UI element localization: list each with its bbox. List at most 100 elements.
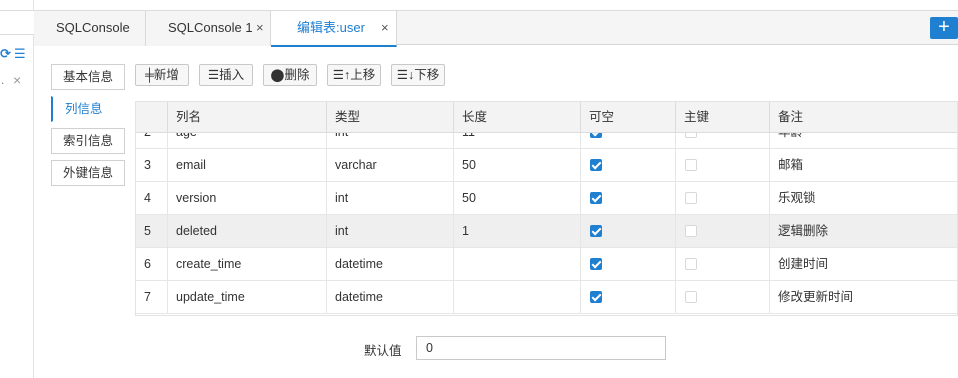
cell-text: 3 [144,158,151,172]
cell-text: 逻辑删除 [778,224,829,238]
cell-nullable[interactable] [581,149,676,182]
cell-name[interactable]: version [168,182,327,215]
nullable-checkbox[interactable] [590,258,602,270]
cell-length[interactable]: 50 [454,149,581,182]
cell-primary[interactable] [676,215,770,248]
cell-text: 5 [144,224,151,238]
default-value-label: 默认值 [364,344,402,358]
cell-nullable[interactable] [581,182,676,215]
cell-index: 4 [136,182,168,215]
table-row[interactable]: 4 version int 50 乐观锁 [136,182,957,215]
table-row[interactable]: 7 update_time datetime 修改更新时间 [136,281,957,314]
table-row[interactable]: 5 deleted int 1 逻辑删除 [136,215,957,248]
refresh-icon[interactable]: ⟳ [0,46,11,62]
table-header: 列名 类型 长度 可空 主键 备注 [136,102,957,133]
cell-primary[interactable] [676,248,770,281]
cell-name[interactable]: update_time [168,281,327,314]
close-icon[interactable]: × [13,72,21,88]
primary-key-checkbox[interactable] [685,192,697,204]
header-nullable[interactable]: 可空 [581,102,676,133]
cell-text: 创建时间 [778,257,829,271]
header-comment[interactable]: 备注 [770,102,957,133]
nullable-checkbox[interactable] [590,159,602,171]
cell-comment[interactable]: 乐观锁 [770,182,957,215]
nullable-checkbox[interactable] [590,291,602,303]
cell-index: 7 [136,281,168,314]
cell-comment[interactable]: 修改更新时间 [770,281,957,314]
nav-basic-info[interactable]: 基本信息 [51,64,125,90]
cell-text: update_time [176,290,245,304]
default-value-input[interactable] [416,336,666,360]
list-icon[interactable]: ☰ [14,46,26,62]
cell-text: 4 [144,191,151,205]
cell-length[interactable] [454,248,581,281]
cell-nullable[interactable] [581,248,676,281]
table-info-nav: 基本信息 列信息 索引信息 外键信息 [51,64,125,192]
cell-comment[interactable]: 创建时间 [770,248,957,281]
tab-bar: SQLConsole SQLConsole 1 × 编辑表:user × + [34,10,958,47]
cell-length[interactable]: 50 [454,182,581,215]
insert-column-button[interactable]: ☰插入 [199,64,253,86]
cell-primary[interactable] [676,182,770,215]
tab-edit-table-user[interactable]: 编辑表:user × [271,11,397,47]
cell-text: email [176,158,206,172]
cell-text: 1 [462,224,469,238]
delete-column-button[interactable]: ⬤删除 [263,64,317,86]
cell-name[interactable]: create_time [168,248,327,281]
primary-key-checkbox[interactable] [685,291,697,303]
cell-text: datetime [335,290,383,304]
cell-primary[interactable] [676,281,770,314]
cell-text: int [335,191,349,205]
primary-key-checkbox[interactable] [685,159,697,171]
tab-label: SQLConsole 1 [168,20,253,35]
cell-name[interactable]: email [168,149,327,182]
nav-column-info[interactable]: 列信息 [51,96,125,122]
tab-sqlconsole[interactable]: SQLConsole [34,11,146,46]
cell-text: 7 [144,290,151,304]
header-type[interactable]: 类型 [327,102,454,133]
tab-sqlconsole-1[interactable]: SQLConsole 1 × [146,11,271,46]
cell-primary[interactable] [676,149,770,182]
cell-type[interactable]: int [327,182,454,215]
close-icon[interactable]: × [381,11,389,45]
primary-key-checkbox[interactable] [685,258,697,270]
cell-type[interactable]: datetime [327,281,454,314]
cell-text: int [335,224,349,238]
primary-key-checkbox[interactable] [685,225,697,237]
cell-type[interactable]: varchar [327,149,454,182]
cell-text: 50 [462,191,476,205]
nullable-checkbox[interactable] [590,225,602,237]
nullable-checkbox[interactable] [590,192,602,204]
cell-text: create_time [176,257,242,271]
header-primary-key[interactable]: 主键 [676,102,770,133]
cell-index: 6 [136,248,168,281]
move-down-button[interactable]: ☰↓下移 [391,64,445,86]
cell-type[interactable]: int [327,215,454,248]
header-length[interactable]: 长度 [454,102,581,133]
cell-text: datetime [335,257,383,271]
cell-length[interactable]: 1 [454,215,581,248]
header-name[interactable]: 列名 [168,102,327,133]
cell-comment[interactable]: 邮箱 [770,149,957,182]
cell-index: 5 [136,215,168,248]
cell-length[interactable] [454,281,581,314]
cell-nullable[interactable] [581,215,676,248]
close-icon[interactable]: × [256,11,264,45]
add-column-button[interactable]: ╪新增 [135,64,189,86]
move-up-button[interactable]: ☰↑上移 [327,64,381,86]
cell-text: 50 [462,158,476,172]
table-row[interactable]: 3 email varchar 50 邮箱 [136,149,957,182]
cell-text: 邮箱 [778,158,804,172]
table-row[interactable]: 6 create_time datetime 创建时间 [136,248,957,281]
cell-type[interactable]: datetime [327,248,454,281]
cell-nullable[interactable] [581,281,676,314]
nav-foreign-key-info[interactable]: 外键信息 [51,160,125,186]
nav-index-info[interactable]: 索引信息 [51,128,125,154]
header-index [136,102,168,133]
left-search-field[interactable] [0,11,34,35]
cell-name[interactable]: deleted [168,215,327,248]
cell-text: 修改更新时间 [778,290,854,304]
add-tab-button[interactable]: + [930,17,958,39]
cell-comment[interactable]: 逻辑删除 [770,215,957,248]
cell-text: 6 [144,257,151,271]
